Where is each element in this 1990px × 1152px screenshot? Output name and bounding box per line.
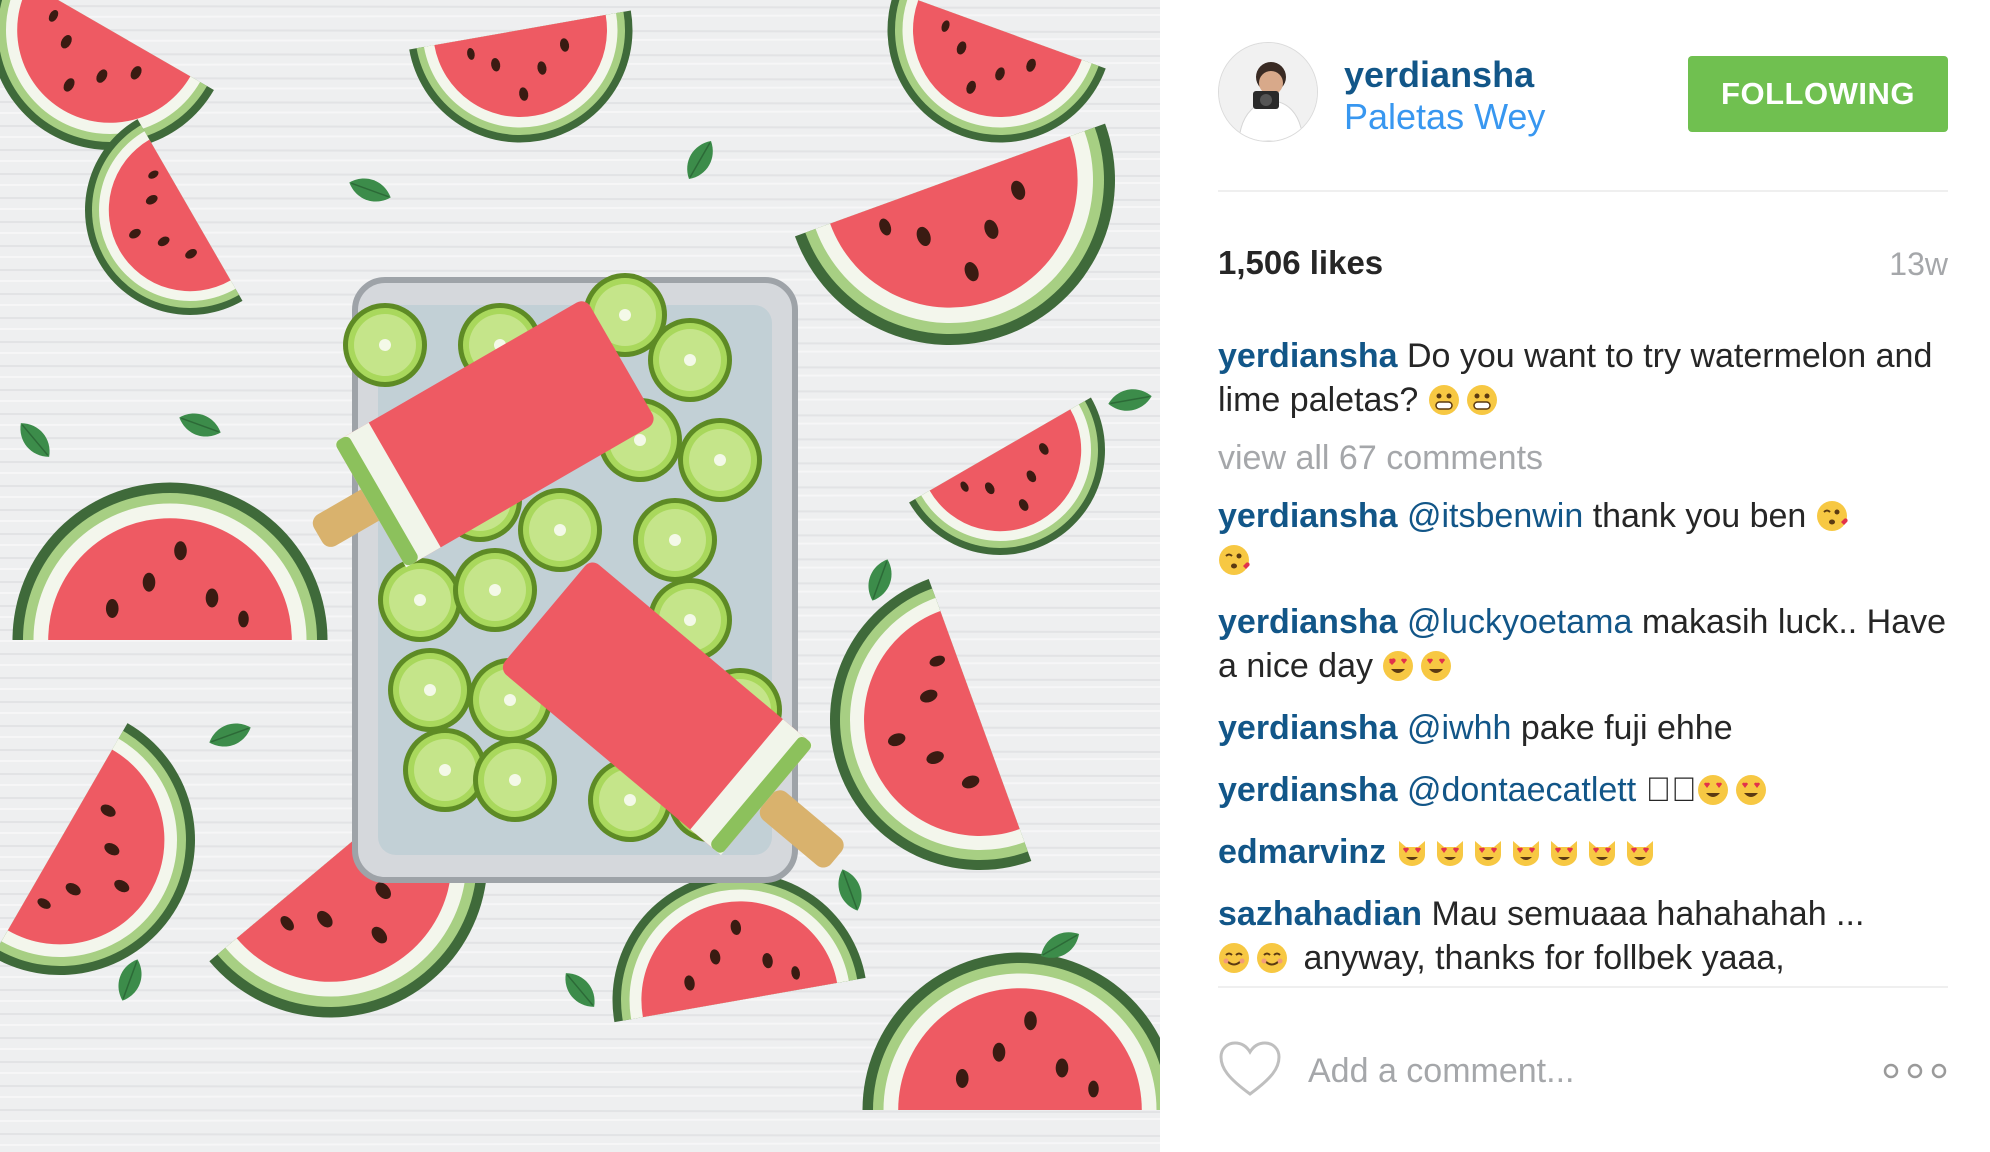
caption: yerdiansha Do you want to try watermelon…	[1218, 334, 1948, 422]
smiling-face-emoji	[1219, 943, 1249, 973]
comment-mention[interactable]: @luckyoetama	[1407, 603, 1632, 641]
heart-eyes-cat-emoji	[1626, 841, 1653, 866]
comment-item: yerdiansha @luckyoetama makasih luck.. H…	[1218, 600, 1948, 688]
heart-eyes-emoji	[1735, 775, 1766, 805]
comment-item: yerdiansha @dontaecatlett 􏰀􏰀	[1218, 768, 1948, 812]
comment-emoji-row	[1396, 833, 1662, 871]
comment-item: yerdiansha @iwhh pake fuji ehhe	[1218, 706, 1948, 750]
comment-author[interactable]: yerdiansha	[1218, 709, 1398, 747]
kissing-heart-emoji	[1816, 501, 1848, 531]
post-photo[interactable]	[0, 0, 1160, 1152]
heart-eyes-emoji	[1383, 651, 1414, 681]
avatar-image	[1219, 43, 1317, 141]
add-comment-input[interactable]	[1308, 1044, 1828, 1098]
ellipsis-icon[interactable]	[1882, 1058, 1948, 1084]
likes-count[interactable]: 1,506 likes	[1218, 244, 1383, 282]
comment-text: 􏰀􏰀	[1645, 771, 1697, 809]
heart-eyes-emoji	[1697, 775, 1728, 805]
comment-text-continued: anyway, thanks for follbek yaaa,	[1303, 939, 1785, 977]
post-sidebar: yerdiansha Paletas Wey FOLLOWING 1,506 l…	[1160, 0, 1990, 1152]
caption-author[interactable]: yerdiansha	[1218, 337, 1398, 375]
comment-item: edmarvinz	[1218, 830, 1948, 874]
comment-author[interactable]: edmarvinz	[1218, 833, 1386, 871]
heart-outline-icon[interactable]	[1218, 1040, 1282, 1098]
username-link[interactable]: yerdiansha	[1344, 54, 1534, 96]
kissing-heart-emoji	[1219, 545, 1250, 575]
smiling-face-emoji	[1257, 943, 1287, 973]
post-age[interactable]: 13w	[1889, 246, 1948, 283]
comments-list[interactable]: yerdiansha Do you want to try watermelon…	[1218, 334, 1948, 984]
comment-mention[interactable]: @iwhh	[1407, 709, 1511, 747]
comment-item: sazhahadian Mau semuaaa hahahahah ... an…	[1218, 892, 1948, 980]
footer-divider	[1218, 986, 1948, 988]
photo-illustration	[0, 0, 1160, 1152]
comment-text: pake fuji ehhe	[1520, 709, 1733, 747]
avatar[interactable]	[1218, 42, 1318, 142]
comment-author[interactable]: yerdiansha	[1218, 497, 1398, 535]
heart-eyes-cat-emoji	[1398, 841, 1425, 866]
heart-eyes-cat-emoji	[1436, 841, 1463, 866]
heart-eyes-emoji	[1421, 651, 1452, 681]
comment-author[interactable]: yerdiansha	[1218, 771, 1398, 809]
location-link[interactable]: Paletas Wey	[1344, 96, 1545, 138]
comment-text: thank you ben	[1592, 497, 1807, 535]
grinning-face-emoji	[1428, 385, 1459, 415]
comment-author[interactable]: yerdiansha	[1218, 603, 1398, 641]
comment-mention[interactable]: @dontaecatlett	[1407, 771, 1636, 809]
view-all-comments-link[interactable]: view all 67 comments	[1218, 436, 1948, 480]
comment-item: yerdiansha @itsbenwin thank you ben	[1218, 494, 1948, 582]
comment-mention[interactable]: @itsbenwin	[1407, 497, 1583, 535]
instagram-post: yerdiansha Paletas Wey FOLLOWING 1,506 l…	[0, 0, 1990, 1152]
header-divider	[1218, 190, 1948, 192]
heart-eyes-cat-emoji	[1588, 841, 1615, 866]
heart-eyes-cat-emoji	[1550, 841, 1577, 866]
heart-eyes-cat-emoji	[1474, 841, 1501, 866]
grinning-face-emoji	[1466, 385, 1497, 415]
heart-eyes-cat-emoji	[1512, 841, 1539, 866]
comment-author[interactable]: sazhahadian	[1218, 895, 1422, 933]
comment-text: Mau semuaaa hahahahah ...	[1431, 895, 1865, 933]
post-header: yerdiansha Paletas Wey FOLLOWING	[1218, 40, 1948, 150]
following-button[interactable]: FOLLOWING	[1688, 56, 1948, 132]
